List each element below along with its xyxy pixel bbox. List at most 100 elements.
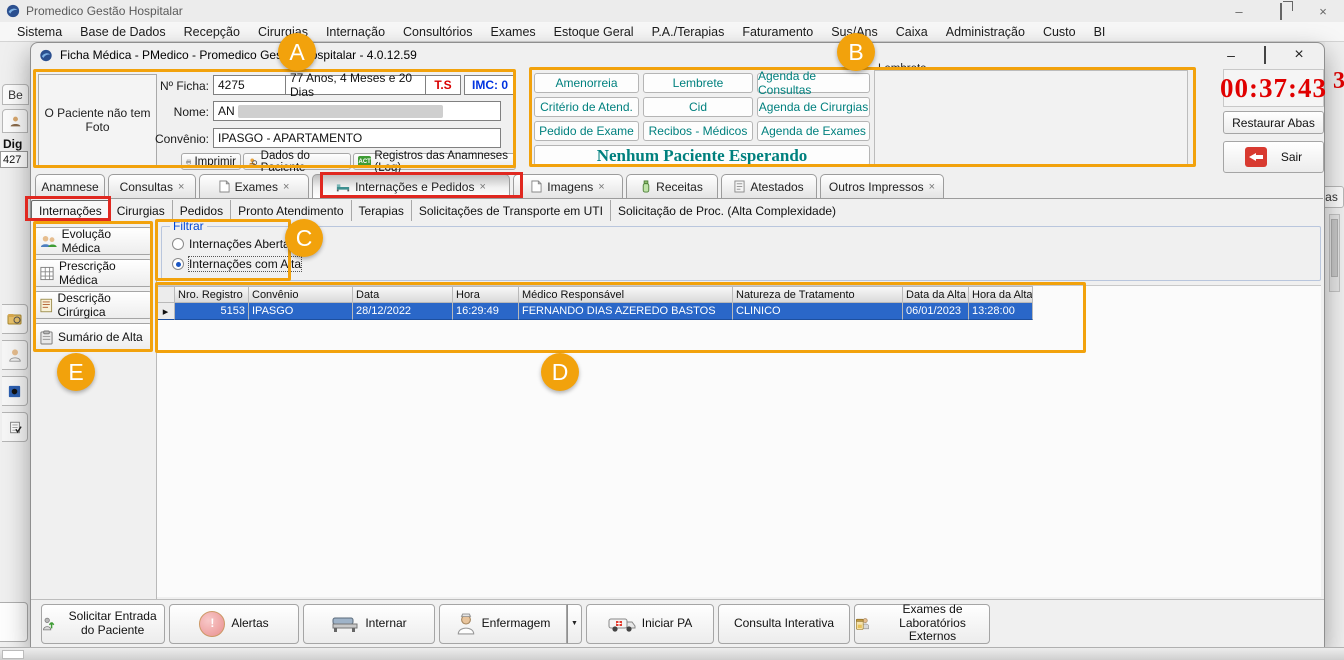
restore-tabs-button[interactable]: Restaurar Abas — [1223, 111, 1324, 134]
tab-receitas[interactable]: Receitas — [626, 174, 718, 198]
prescricao-medica-button[interactable]: Prescrição Médica — [34, 259, 152, 287]
menu-faturamento[interactable]: Faturamento — [733, 25, 822, 39]
enfermagem-button[interactable]: Enfermagem — [439, 604, 567, 644]
app-restore-button[interactable] — [1260, 4, 1302, 19]
col-hora[interactable]: Hora — [453, 286, 519, 303]
menu-consultorios[interactable]: Consultórios — [394, 25, 481, 39]
lembrete-button[interactable]: Lembrete — [643, 73, 753, 93]
consulta-interativa-button[interactable]: Consulta Interativa — [718, 604, 850, 644]
subtab-cirurgias[interactable]: Cirurgias — [110, 200, 173, 221]
app-close-button[interactable]: × — [1302, 4, 1344, 19]
print-button[interactable]: Imprimir — [181, 153, 241, 170]
agenda-exames-button[interactable]: Agenda de Exames — [757, 121, 870, 141]
grid-corner-cell — [157, 286, 175, 303]
window-maximize-button[interactable] — [1248, 47, 1282, 63]
app-title: Promedico Gestão Hospitalar — [26, 4, 183, 18]
enfermagem-dropdown-arrow[interactable]: ▼ — [567, 604, 582, 644]
agenda-cirurgias-button[interactable]: Agenda de Cirurgias — [757, 97, 870, 117]
window-close-button[interactable]: × — [1282, 46, 1316, 64]
waiting-patient-banner: Nenhum Paciente Esperando — [534, 145, 870, 166]
menu-base-de-dados[interactable]: Base de Dados — [71, 25, 174, 39]
sumario-alta-button[interactable]: Sumário de Alta — [34, 323, 152, 351]
exit-button[interactable]: Sair — [1223, 141, 1324, 173]
cid-button[interactable]: Cid — [643, 97, 753, 117]
anamnesis-log-button[interactable]: ACT Registros das Anamneses (Log) — [353, 153, 516, 170]
doctor-icon[interactable] — [2, 340, 28, 370]
grid-row-selected[interactable]: ▸ 5153 IPASGO 28/12/2022 16:29:49 FERNAN… — [157, 303, 1321, 320]
tab-close-icon[interactable]: × — [283, 181, 289, 193]
clipboard-icon — [40, 330, 53, 345]
reminder-box[interactable] — [874, 70, 1188, 166]
background-person-tab[interactable] — [2, 109, 28, 133]
criterio-atend-button[interactable]: Critério de Atend. — [534, 97, 639, 117]
tab-internacoes-e-pedidos[interactable]: Internações e Pedidos× — [312, 174, 510, 198]
background-scrollbar[interactable] — [1329, 214, 1340, 292]
insurance-input[interactable]: IPASGO - APARTAMENTO — [213, 128, 501, 148]
menu-recepcao[interactable]: Recepção — [175, 25, 249, 39]
patient-data-button[interactable]: Dados do Paciente — [243, 153, 351, 170]
tab-outros-impressos[interactable]: Outros Impressos× — [820, 174, 944, 198]
nurse-icon — [456, 613, 476, 635]
tab-consultas[interactable]: Consultas× — [108, 174, 196, 198]
col-natureza-tratamento[interactable]: Natureza de Tratamento — [733, 286, 903, 303]
solicitar-entrada-button[interactable]: Solicitar Entrada do Paciente — [41, 604, 165, 644]
col-nro-registro[interactable]: Nro. Registro — [175, 286, 249, 303]
tab-exames[interactable]: Exames× — [199, 174, 309, 198]
col-convenio[interactable]: Convênio — [249, 286, 353, 303]
col-medico-responsavel[interactable]: Médico Responsável — [519, 286, 733, 303]
menu-internacao[interactable]: Internação — [317, 25, 394, 39]
imc-badge[interactable]: IMC: 0 — [464, 75, 516, 95]
patient-search-icon — [248, 156, 258, 167]
subtab-internacoes[interactable]: Internações — [31, 200, 110, 221]
evolucao-medica-button[interactable]: Evolução Médica — [34, 227, 152, 255]
tab-imagens[interactable]: Imagens× — [513, 174, 623, 198]
app-minimize-button[interactable]: – — [1218, 4, 1260, 19]
col-data-alta[interactable]: Data da Alta — [903, 286, 969, 303]
window-minimize-button[interactable]: – — [1214, 47, 1248, 63]
menu-sistema[interactable]: Sistema — [8, 25, 71, 39]
filter-groupbox: Filtrar Internações Abertas Internações … — [161, 226, 1321, 281]
menu-caixa[interactable]: Caixa — [887, 25, 937, 39]
book-icon[interactable] — [2, 376, 28, 406]
menu-pa-terapias[interactable]: P.A./Terapias — [643, 25, 734, 39]
background-tab-be[interactable]: Be — [2, 84, 29, 105]
radio-internacoes-abertas[interactable]: Internações Abertas — [172, 237, 296, 251]
ts-badge[interactable]: T.S — [425, 75, 461, 95]
tab-close-icon[interactable]: × — [178, 181, 184, 193]
tab-anamnese[interactable]: Anamnese — [35, 174, 105, 198]
tab-close-icon[interactable]: × — [929, 181, 935, 193]
menu-bi[interactable]: BI — [1085, 25, 1115, 39]
recibos-medicos-button[interactable]: Recibos - Médicos — [643, 121, 753, 141]
window-titlebar[interactable]: Ficha Médica - PMedico - Promedico Gestã… — [31, 43, 1324, 67]
bottle-icon — [641, 180, 651, 193]
col-hora-alta[interactable]: Hora da Alta — [969, 286, 1033, 303]
internar-button[interactable]: Internar — [303, 604, 435, 644]
descricao-cirurgica-button[interactable]: Descrição Cirúrgica — [34, 291, 152, 319]
exames-lab-externos-button[interactable]: Exames de Laboratórios Externos — [854, 604, 990, 644]
subtab-transporte-uti[interactable]: Solicitações de Transporte em UTI — [412, 200, 611, 221]
col-data[interactable]: Data — [353, 286, 453, 303]
menu-exames[interactable]: Exames — [482, 25, 545, 39]
alertas-button[interactable]: ! Alertas — [169, 604, 299, 644]
iniciar-pa-button[interactable]: Iniciar PA — [586, 604, 714, 644]
subtab-pedidos[interactable]: Pedidos — [173, 200, 231, 221]
pedido-exame-button[interactable]: Pedido de Exame — [534, 121, 639, 141]
tab-close-icon[interactable]: × — [598, 181, 604, 193]
menu-custo[interactable]: Custo — [1034, 25, 1085, 39]
folder-search-icon[interactable] — [2, 304, 28, 334]
notes-icon[interactable] — [2, 412, 28, 442]
menu-estoque-geral[interactable]: Estoque Geral — [545, 25, 643, 39]
agenda-consultas-button[interactable]: Agenda de Consultas — [757, 73, 870, 93]
amenorreia-button[interactable]: Amenorreia — [534, 73, 639, 93]
radio-internacoes-com-alta[interactable]: Internações com Alta — [172, 257, 301, 271]
tab-atestados[interactable]: Atestados — [721, 174, 817, 198]
menu-administracao[interactable]: Administração — [937, 25, 1034, 39]
menu-sus-ans[interactable]: Sus/Ans — [822, 25, 887, 39]
subtab-pronto-atendimento[interactable]: Pronto Atendimento — [231, 200, 351, 221]
name-input[interactable]: AN — [213, 101, 501, 121]
subtab-terapias[interactable]: Terapias — [352, 200, 412, 221]
tab-close-icon[interactable]: × — [479, 181, 485, 193]
subtab-proc-alta-complexidade[interactable]: Solicitação de Proc. (Alta Complexidade) — [611, 200, 843, 221]
menu-cirurgias[interactable]: Cirurgias — [249, 25, 317, 39]
ambulance-icon — [608, 613, 636, 635]
